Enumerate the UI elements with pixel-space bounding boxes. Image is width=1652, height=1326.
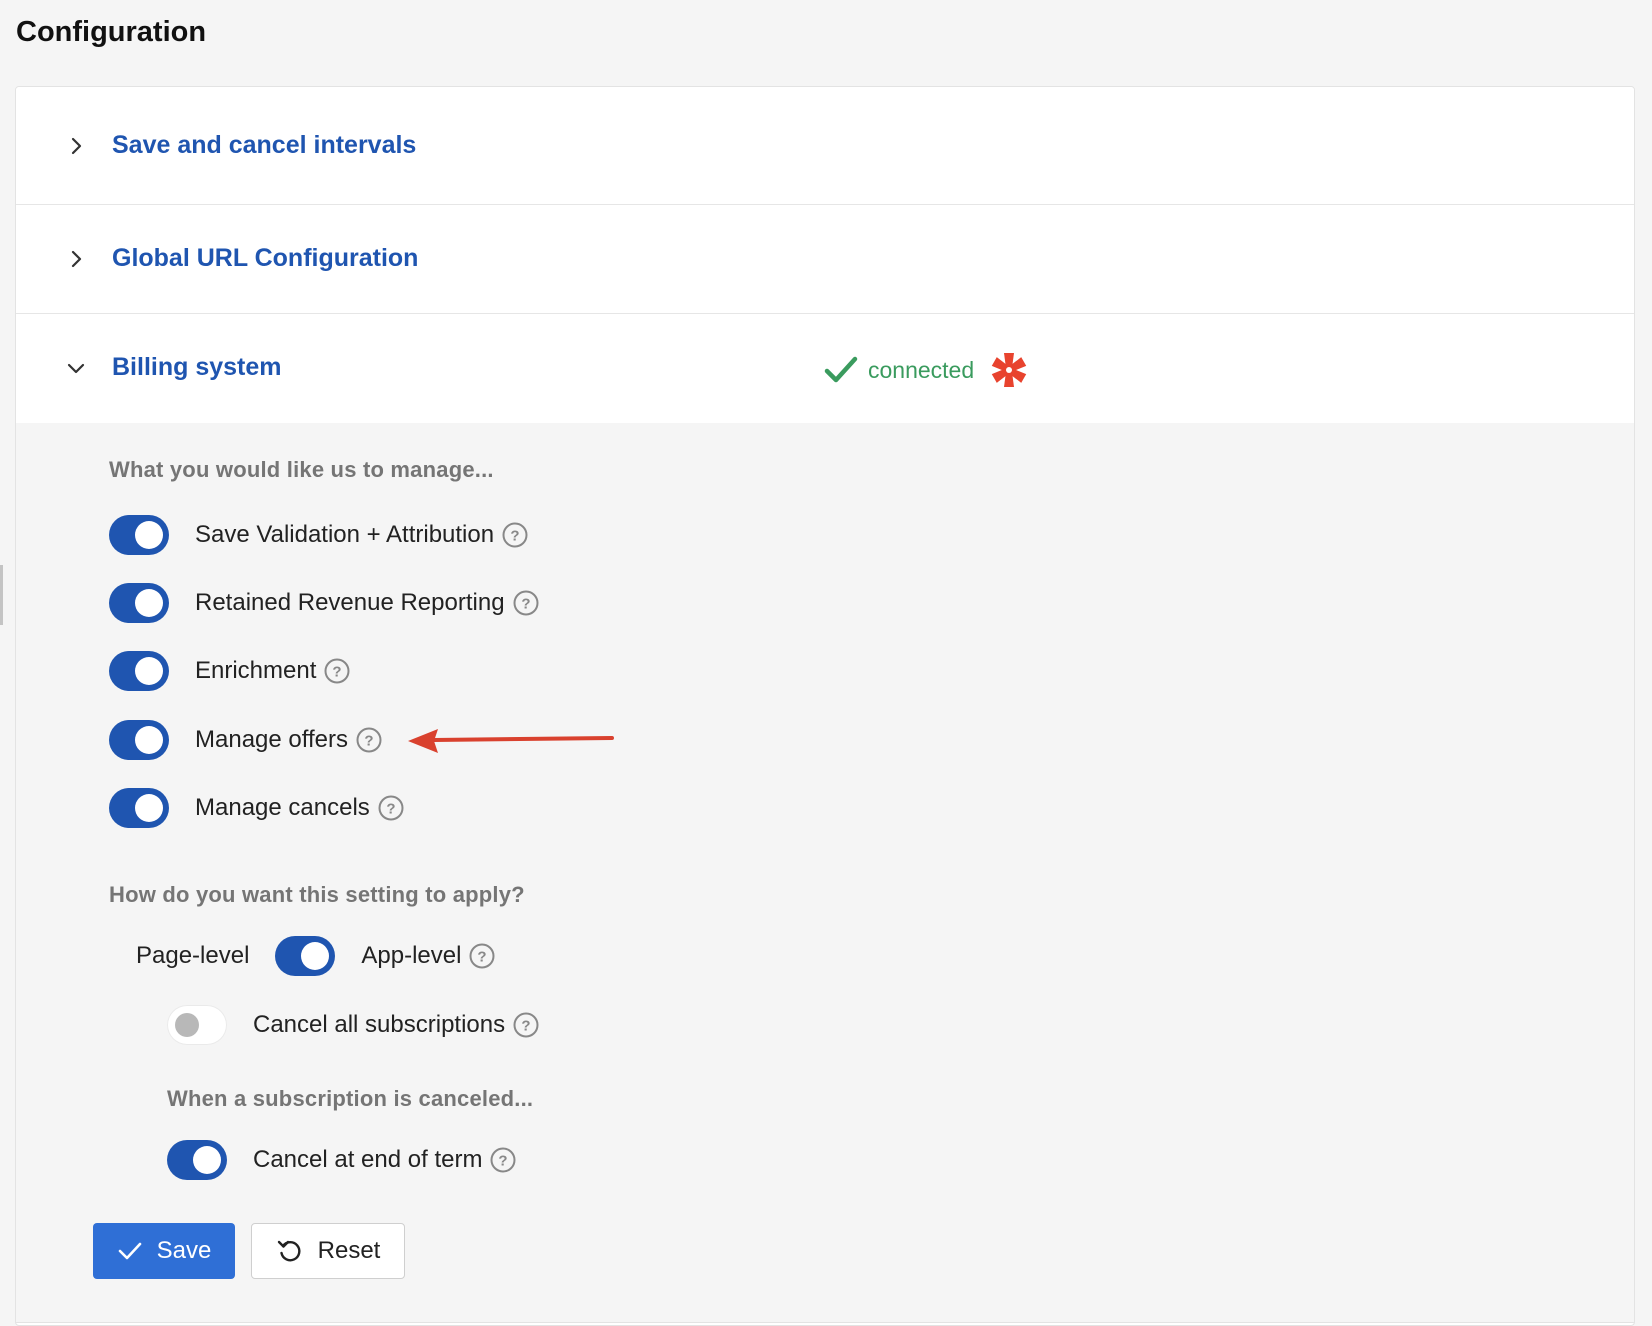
svg-text:?: ? bbox=[521, 596, 530, 613]
check-icon bbox=[117, 1240, 143, 1262]
help-icon[interactable]: ? bbox=[513, 1012, 539, 1038]
feature-row: Retained Revenue Reporting ? bbox=[109, 582, 539, 624]
svg-text:?: ? bbox=[364, 733, 373, 750]
cancel-all-row: Cancel all subscriptions ? bbox=[167, 1004, 539, 1046]
cancel-all-subscriptions-toggle[interactable] bbox=[167, 1005, 227, 1045]
accordion-global-url-configuration[interactable]: Global URL Configuration bbox=[16, 205, 1634, 314]
feature-label: Manage offers bbox=[195, 726, 348, 753]
save-button[interactable]: Save bbox=[93, 1223, 235, 1279]
feature-row: Manage cancels ? bbox=[109, 787, 404, 829]
feature-row: Save Validation + Attribution ? bbox=[109, 514, 528, 556]
svg-text:?: ? bbox=[499, 1153, 508, 1170]
manage-heading: What you would like us to manage... bbox=[109, 457, 494, 482]
billing-provider-logo bbox=[990, 351, 1028, 389]
feature-label: Retained Revenue Reporting bbox=[195, 589, 505, 616]
cancel-end-row: Cancel at end of term ? bbox=[167, 1139, 516, 1181]
accordion-title: Save and cancel intervals bbox=[112, 131, 417, 159]
feature-row: Manage offers ? bbox=[109, 719, 382, 761]
resize-handle[interactable] bbox=[0, 565, 3, 625]
retained-revenue-toggle[interactable] bbox=[109, 583, 169, 623]
feature-label: Enrichment bbox=[195, 657, 317, 684]
help-icon[interactable]: ? bbox=[324, 658, 350, 684]
apply-level-toggle[interactable] bbox=[275, 936, 336, 976]
apply-level-row: Page-level App-level ? bbox=[136, 935, 495, 977]
help-icon[interactable]: ? bbox=[502, 522, 528, 548]
save-validation-toggle[interactable] bbox=[109, 515, 169, 555]
accordion-save-cancel-intervals[interactable]: Save and cancel intervals bbox=[16, 87, 1634, 205]
reset-icon bbox=[276, 1237, 304, 1265]
save-button-label: Save bbox=[156, 1237, 212, 1264]
help-icon[interactable]: ? bbox=[378, 795, 404, 821]
svg-text:?: ? bbox=[478, 949, 487, 966]
svg-text:?: ? bbox=[511, 528, 520, 545]
cancel-end-label: Cancel at end of term bbox=[253, 1146, 483, 1173]
help-icon[interactable]: ? bbox=[490, 1147, 516, 1173]
svg-text:?: ? bbox=[386, 801, 395, 818]
canceled-heading: When a subscription is canceled... bbox=[167, 1086, 534, 1111]
reset-button-label: Reset bbox=[317, 1237, 381, 1264]
feature-label: Manage cancels bbox=[195, 794, 370, 821]
accordion-title: Global URL Configuration bbox=[112, 244, 419, 272]
enrichment-toggle[interactable] bbox=[109, 651, 169, 691]
apply-heading: How do you want this setting to apply? bbox=[109, 882, 525, 907]
help-icon[interactable]: ? bbox=[513, 590, 539, 616]
page-title: Configuration bbox=[16, 16, 207, 48]
help-icon[interactable]: ? bbox=[469, 943, 495, 969]
chevron-right-icon bbox=[64, 134, 88, 158]
connection-status: connected bbox=[824, 350, 1028, 390]
svg-text:?: ? bbox=[522, 1018, 531, 1035]
status-text: connected bbox=[868, 356, 975, 383]
manage-cancels-toggle[interactable] bbox=[109, 788, 169, 828]
page-level-label: Page-level bbox=[136, 942, 250, 969]
feature-row: Enrichment ? bbox=[109, 650, 350, 692]
configuration-card: Save and cancel intervals Global URL Con… bbox=[15, 86, 1635, 1326]
check-icon bbox=[824, 355, 858, 385]
app-level-label: App-level bbox=[361, 942, 462, 969]
help-icon[interactable]: ? bbox=[356, 727, 382, 753]
reset-button[interactable]: Reset bbox=[251, 1223, 405, 1279]
billing-system-panel: What you would like us to manage... Save… bbox=[16, 423, 1634, 1323]
annotation-arrow bbox=[408, 729, 614, 753]
chevron-down-icon bbox=[64, 356, 88, 380]
svg-text:?: ? bbox=[333, 664, 342, 681]
cancel-all-label: Cancel all subscriptions bbox=[253, 1011, 506, 1038]
cancel-end-of-term-toggle[interactable] bbox=[167, 1140, 227, 1180]
feature-label: Save Validation + Attribution bbox=[195, 521, 495, 548]
chevron-right-icon bbox=[64, 247, 88, 271]
accordion-billing-system[interactable]: Billing system connected bbox=[16, 314, 1634, 423]
accordion-title: Billing system bbox=[112, 353, 282, 381]
manage-offers-toggle[interactable] bbox=[109, 720, 169, 760]
